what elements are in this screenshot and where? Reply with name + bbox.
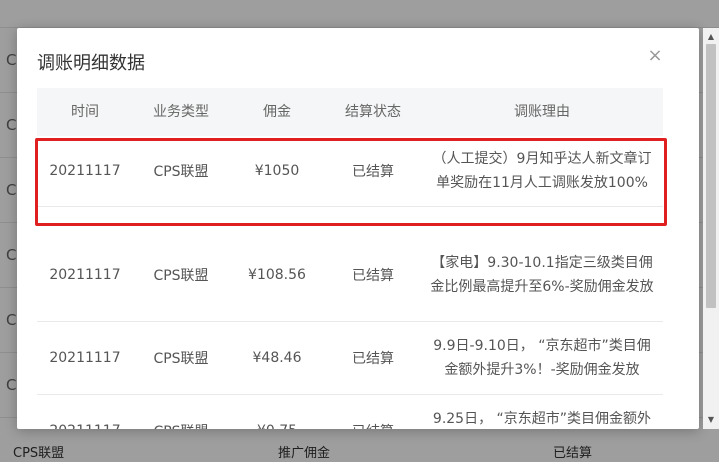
- table-row: 20211117 CPS联盟 ¥1050 已结算 （人工提交）9月知乎达人新文章…: [37, 136, 663, 207]
- cell-time: 20211117: [49, 350, 121, 366]
- cell-reason: （人工提交）9月知乎达人新文章订单奖励在11月人工调账发放100%: [432, 151, 652, 191]
- close-icon[interactable]: ×: [645, 46, 665, 66]
- cell-commission: ¥0.75: [229, 395, 325, 429]
- table-header: 时间 业务类型 佣金 结算状态 调账理由: [37, 88, 663, 136]
- cell-status: 已结算: [352, 268, 394, 284]
- modal-title: 调账明细数据: [37, 53, 145, 73]
- header-reason: 调账理由: [514, 104, 570, 120]
- cell-commission: ¥1050: [254, 163, 300, 179]
- cell-time: 20211117: [49, 163, 121, 179]
- vertical-scrollbar[interactable]: ▲ ▼: [703, 28, 719, 429]
- cell-time: 20211117: [37, 395, 133, 429]
- table-row: 20211117 CPS联盟 ¥108.56 已结算 【家电】9.30-10.1…: [37, 229, 663, 322]
- header-time: 时间: [71, 104, 99, 120]
- cell-time: 20211117: [49, 267, 121, 283]
- cell-status: 已结算: [325, 395, 421, 429]
- detail-table: 时间 业务类型 佣金 结算状态 调账理由 20211117 CPS联盟 ¥105…: [37, 88, 663, 429]
- cell-type: CPS联盟: [153, 351, 209, 367]
- cell-type: CPS联盟: [133, 395, 229, 429]
- header-status: 结算状态: [345, 104, 401, 120]
- scroll-thumb[interactable]: [706, 44, 716, 308]
- cell-status: 已结算: [352, 164, 394, 180]
- cell-type: CPS联盟: [153, 268, 209, 284]
- scroll-down-icon[interactable]: ▼: [703, 413, 719, 427]
- cell-reason: 【家电】9.30-10.1指定三级类目佣金比例最高提升至6%-奖励佣金发放: [430, 255, 654, 295]
- table-row: 20211117 CPS联盟 ¥0.75 已结算 9.25日， “京东超市”类目…: [37, 395, 663, 429]
- cell-commission: ¥48.46: [252, 350, 302, 366]
- table-row: 20211117 CPS联盟 ¥48.46 已结算 9.9日-9.10日， “京…: [37, 322, 663, 395]
- header-type: 业务类型: [153, 104, 209, 120]
- cell-reason: 9.9日-9.10日， “京东超市”类目佣金额外提升3%！-奖励佣金发放: [433, 338, 651, 378]
- cell-reason: 9.25日， “京东超市”类目佣金额外提升3%！-奖励佣金发放: [432, 411, 652, 427]
- cell-status: 已结算: [352, 351, 394, 367]
- cell-type: CPS联盟: [153, 164, 209, 180]
- header-commission: 佣金: [263, 104, 291, 120]
- adjustment-detail-modal: 调账明细数据 × 时间 业务类型 佣金 结算状态 调账理由 20211117 C…: [17, 28, 699, 429]
- scroll-up-icon[interactable]: ▲: [703, 30, 719, 44]
- cell-commission: ¥108.56: [248, 267, 306, 283]
